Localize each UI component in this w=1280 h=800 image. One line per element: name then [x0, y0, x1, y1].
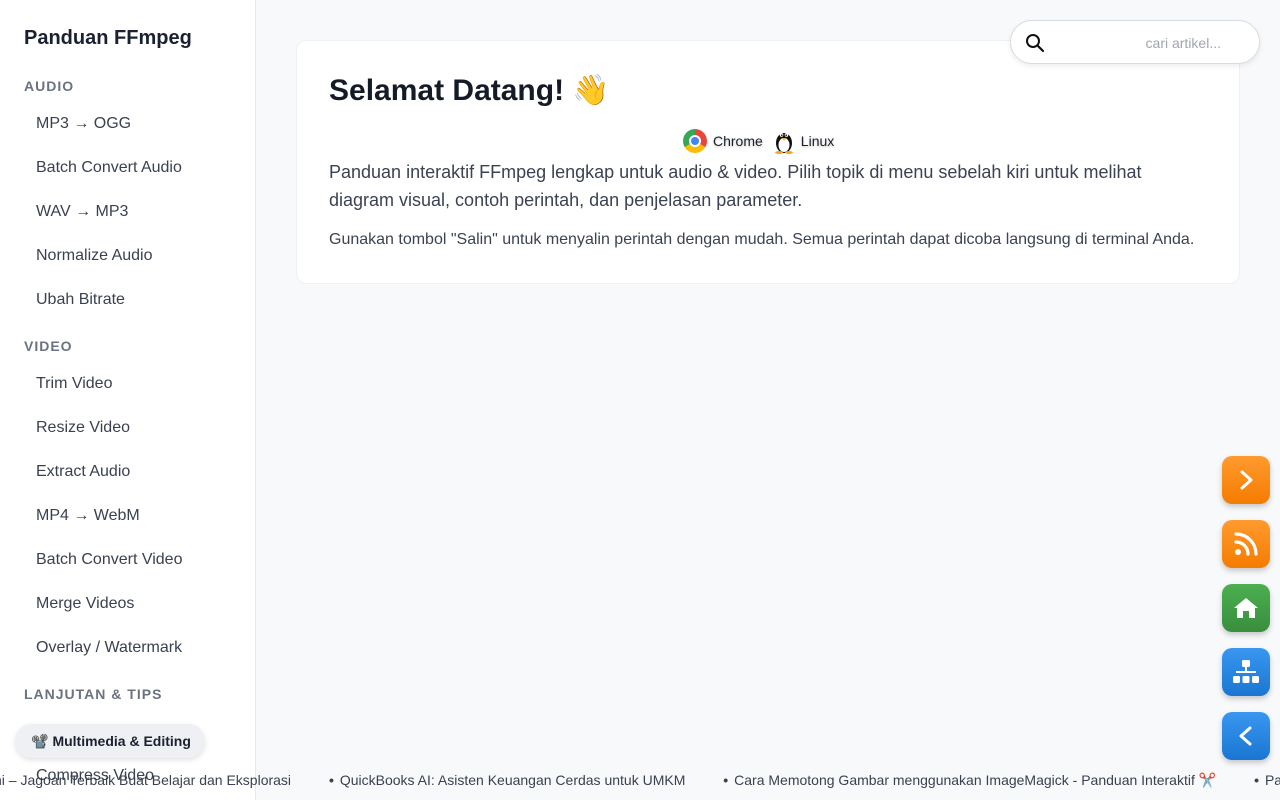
ticker-item[interactable]: • Cara Memotong Gambar menggunakan ImageM… — [723, 772, 1216, 789]
ticker-track: ni – Jagoan Terbaik Buat Belajar dan Eks… — [0, 772, 1280, 789]
sidebar-title[interactable]: Panduan FFmpeg — [24, 27, 192, 50]
search-icon — [1026, 34, 1045, 53]
category-chip-label: Multimedia & Editing — [52, 733, 191, 749]
section-lanjutan-tips: LANJUTAN & TIPS — [24, 686, 163, 702]
search-input[interactable] — [1059, 31, 1249, 55]
badge-chrome-label: Chrome — [713, 133, 763, 149]
intro-text: Panduan interaktif FFmpeg lengkap untuk … — [329, 162, 1142, 210]
nav-item-merge-videos[interactable]: Merge Videos — [36, 595, 134, 613]
platform-badges: Chrome Linux — [683, 128, 834, 154]
category-chip[interactable]: 📽️ Multimedia & Editing — [15, 724, 205, 758]
linux-tux-icon — [774, 133, 793, 154]
sitemap-icon — [1233, 660, 1259, 683]
ticker-item[interactable]: • QuickBooks AI: Asisten Keuangan Cerdas … — [329, 772, 685, 788]
nav-item-extract-audio[interactable]: Extract Audio — [36, 463, 130, 481]
search-box[interactable] — [1010, 20, 1260, 64]
tip-text: Gunakan tombol "Salin" untuk menyalin pe… — [329, 231, 1195, 248]
nav-item-resize-video[interactable]: Resize Video — [36, 419, 130, 437]
home-button[interactable] — [1222, 584, 1270, 632]
ticker-item[interactable]: •Panduan — [1254, 772, 1280, 788]
sidebar: Panduan FFmpeg AUDIO MP3 → OGG Batch Con… — [0, 0, 256, 800]
page-title: Selamat Datang! 👋 — [329, 74, 610, 107]
nav-item-mp3-ogg[interactable]: MP3 → OGG — [36, 115, 131, 133]
badge-linux: Linux — [773, 128, 834, 154]
nav-item-normalize-audio[interactable]: Normalize Audio — [36, 247, 153, 265]
nav-item-mp4-webm[interactable]: MP4 → WebM — [36, 507, 140, 525]
badge-linux-label: Linux — [800, 133, 835, 149]
chrome-icon — [683, 129, 707, 153]
next-button[interactable] — [1222, 456, 1270, 504]
ticker-item[interactable]: ni – Jagoan Terbaik Buat Belajar dan Eks… — [0, 772, 291, 788]
section-audio: AUDIO — [24, 78, 75, 94]
nav-item-ubah-bitrate[interactable]: Ubah Bitrate — [36, 291, 125, 309]
chevron-right-icon — [1240, 470, 1253, 490]
welcome-card: Selamat Datang! 👋 Chrome Linux Panduan i… — [296, 40, 1240, 284]
rss-icon — [1234, 532, 1258, 556]
sitemap-button[interactable] — [1222, 648, 1270, 696]
rss-button[interactable] — [1222, 520, 1270, 568]
nav-item-wav-mp3[interactable]: WAV → MP3 — [36, 203, 128, 221]
home-icon — [1234, 598, 1258, 618]
projector-icon: 📽️ — [31, 732, 49, 749]
nav-item-overlay-watermark[interactable]: Overlay / Watermark — [36, 639, 182, 657]
nav-item-batch-convert-audio[interactable]: Batch Convert Audio — [36, 159, 182, 177]
badge-chrome: Chrome — [683, 129, 763, 153]
chevron-left-icon — [1239, 726, 1252, 746]
nav-item-trim-video[interactable]: Trim Video — [36, 375, 112, 393]
back-button[interactable] — [1222, 712, 1270, 760]
section-video: VIDEO — [24, 338, 73, 354]
nav-item-batch-convert-video[interactable]: Batch Convert Video — [36, 551, 182, 569]
news-ticker: ni – Jagoan Terbaik Buat Belajar dan Eks… — [0, 768, 1280, 792]
